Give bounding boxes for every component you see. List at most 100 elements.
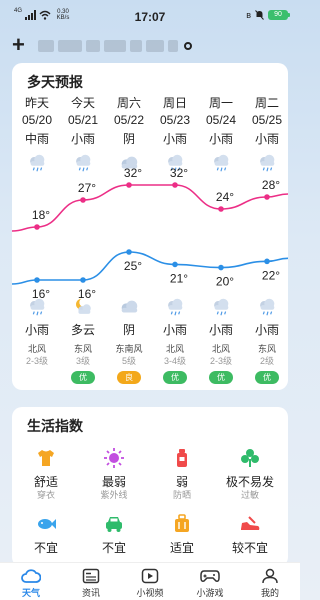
rain-cloud-icon [244, 296, 290, 318]
mute-bell-icon [255, 10, 264, 20]
night-condition: 阴 [122, 323, 135, 337]
luggage-icon [171, 513, 193, 535]
high-temp-line [12, 184, 288, 232]
low-temp-point [126, 249, 132, 255]
night-condition: 小雨 [162, 323, 187, 337]
app-header: + [0, 32, 300, 60]
life-index-label: 穿衣 [36, 490, 55, 500]
cloud-icon [6, 567, 56, 585]
life-index-item[interactable]: 不宜 [84, 513, 144, 566]
sun-icon [103, 447, 125, 469]
wind-level: 3级 [75, 356, 90, 366]
tab-news[interactable]: 资讯 [66, 567, 116, 599]
life-index-item[interactable]: 弱 防晒 [152, 447, 212, 500]
life-index-item[interactable]: 最弱 紫外线 [84, 447, 144, 500]
aqi-badge: 良 [117, 371, 141, 384]
wind-direction: 东南风 [115, 344, 143, 354]
tab-video[interactable]: 小视频 [125, 567, 175, 599]
life-index-card: 生活指数 舒适 穿衣 最弱 紫外线 弱 防晒 极不易发 过敏 不宜 不宜 适宜 … [12, 407, 288, 567]
city-name-blurred[interactable] [38, 40, 192, 52]
low-temp-point [264, 258, 270, 265]
rain-cloud-icon [198, 296, 244, 318]
wind-info: 北风 2-3级 [14, 343, 60, 367]
high-temp-point [172, 182, 178, 188]
high-temp-point [34, 224, 40, 230]
tab-label: 天气 [21, 588, 40, 598]
high-temp-point [80, 197, 86, 203]
running-shoe-icon [239, 513, 261, 535]
wind-direction: 东风 [257, 344, 276, 354]
high-temp-point [126, 182, 132, 188]
aqi-badge: 优 [209, 371, 233, 384]
wind-direction: 北风 [211, 344, 230, 354]
life-index-label: 紫外线 [100, 490, 128, 500]
status-bar: 4G 0.30 KB/s 17:07 ʙ 90 [0, 0, 300, 32]
video-icon [125, 567, 175, 585]
night-condition: 小雨 [24, 323, 49, 337]
location-icon [184, 42, 192, 50]
tab-gamepad[interactable]: 小游戏 [185, 567, 235, 599]
allergy-icon [239, 447, 261, 469]
aqi-badge: 优 [71, 371, 95, 384]
overcast-icon [106, 296, 152, 318]
high-temp-label: 24° [216, 190, 234, 204]
life-index-item[interactable]: 适宜 [152, 513, 212, 566]
high-temp-label: 27° [78, 181, 96, 195]
status-right: ʙ 90 [246, 10, 290, 20]
wind-info: 东风 3级 优 [60, 343, 106, 385]
news-icon [66, 567, 116, 585]
car-wash-icon [103, 513, 125, 535]
life-index-label: 防晒 [172, 490, 191, 500]
rain-cloud-icon [152, 296, 198, 318]
bluetooth-icon: ʙ [246, 10, 251, 20]
life-index-item[interactable]: 较不宜 [220, 513, 280, 566]
sunscreen-icon [171, 447, 193, 469]
aqi-badge: 优 [255, 371, 279, 384]
wind-level: 2级 [259, 356, 274, 366]
user-icon [245, 567, 295, 585]
life-index-value: 舒适 [33, 475, 58, 489]
tab-label: 资讯 [81, 588, 100, 598]
high-temp-label: 32° [124, 166, 142, 180]
high-temp-point [264, 194, 270, 200]
wind-level: 2-3级 [25, 356, 48, 366]
life-index-value: 不宜 [101, 541, 126, 555]
wind-level: 2-3级 [209, 356, 232, 366]
life-index-item[interactable]: 舒适 穿衣 [16, 447, 76, 500]
tab-label: 小游戏 [196, 588, 224, 598]
rain-cloud-icon [14, 296, 60, 318]
night-condition: 多云 [70, 323, 95, 337]
wind-direction: 东风 [73, 344, 92, 354]
wind-level: 5级 [121, 356, 136, 366]
life-index-value: 最弱 [101, 475, 126, 489]
moon-cloud-icon [60, 296, 106, 318]
tab-cloud[interactable]: 天气 [6, 567, 56, 599]
low-temp-point [80, 277, 86, 283]
life-index-item[interactable]: 不宜 [16, 513, 76, 566]
life-index-title: 生活指数 [27, 418, 83, 434]
tab-label: 我的 [260, 588, 279, 598]
wind-direction: 北风 [27, 344, 46, 354]
wind-info: 北风 3-4级 优 [152, 343, 198, 385]
life-index-value: 较不宜 [231, 541, 268, 555]
high-temp-label: 18° [32, 208, 50, 222]
wind-level: 3-4级 [163, 356, 186, 366]
wind-info: 东南风 5级 良 [106, 343, 152, 385]
low-temp-point [34, 277, 40, 283]
low-temp-point [218, 264, 224, 271]
life-index-item[interactable]: 极不易发 过敏 [220, 447, 280, 500]
low-temp-label: 20° [216, 275, 234, 289]
night-condition: 小雨 [254, 323, 279, 337]
low-temp-line [12, 251, 288, 285]
high-temp-point [218, 206, 224, 212]
wind-info: 北风 2-3级 优 [198, 343, 244, 385]
low-temp-point [172, 261, 178, 268]
life-index-value: 适宜 [169, 541, 194, 555]
tab-user[interactable]: 我的 [245, 567, 295, 599]
life-index-value: 弱 [175, 475, 188, 489]
bottom-tab-bar: 天气 资讯 小视频 小游戏 我的 [0, 562, 300, 600]
add-city-button[interactable]: + [12, 34, 25, 56]
high-temp-label: 28° [262, 178, 280, 192]
high-temp-label: 32° [170, 166, 188, 180]
fish-icon [35, 513, 57, 535]
